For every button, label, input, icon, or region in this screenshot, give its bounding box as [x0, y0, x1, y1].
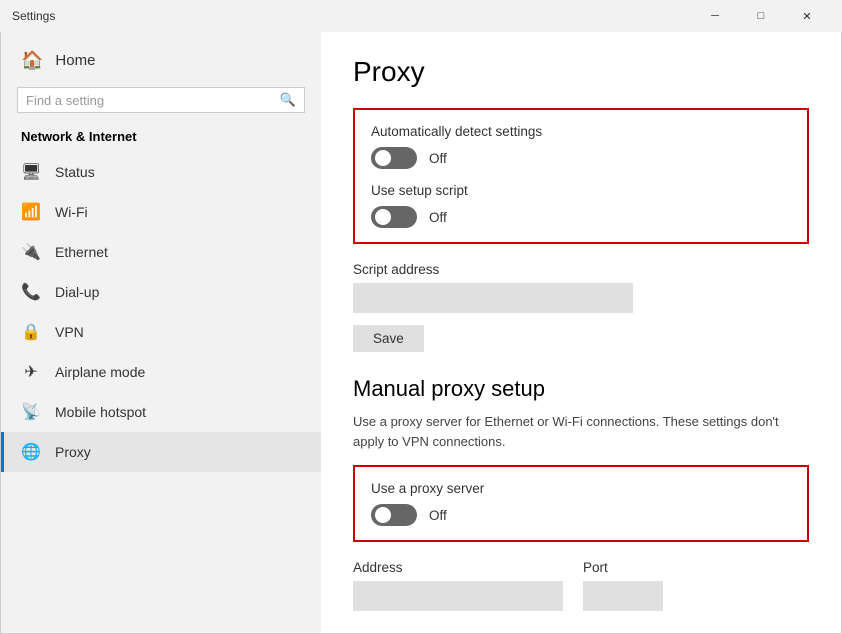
- auto-detect-toggle[interactable]: [371, 147, 417, 169]
- search-input[interactable]: [26, 93, 274, 108]
- sidebar-item-wifi[interactable]: 📶 Wi-Fi: [1, 192, 321, 232]
- app-title: Settings: [12, 9, 55, 23]
- sidebar-item-label-status: Status: [55, 164, 95, 180]
- sidebar-item-proxy[interactable]: 🌐 Proxy: [1, 432, 321, 472]
- hotspot-icon: 📡: [21, 402, 41, 422]
- title-bar: Settings ─ □ ✕: [0, 0, 842, 32]
- sidebar-item-ethernet[interactable]: 🔌 Ethernet: [1, 232, 321, 272]
- sidebar-item-label-hotspot: Mobile hotspot: [55, 404, 146, 420]
- setup-script-label: Use setup script: [371, 183, 791, 198]
- auto-detect-row: Off: [371, 147, 791, 169]
- window-controls: ─ □ ✕: [692, 0, 830, 32]
- use-proxy-label: Use a proxy server: [371, 481, 791, 496]
- manual-description: Use a proxy server for Ethernet or Wi-Fi…: [353, 412, 783, 451]
- ethernet-icon: 🔌: [21, 242, 41, 262]
- minimize-button[interactable]: ─: [692, 0, 738, 32]
- sidebar-item-label-airplane: Airplane mode: [55, 364, 145, 380]
- sidebar-item-label-ethernet: Ethernet: [55, 244, 108, 260]
- address-port-row: Address Port: [353, 560, 809, 611]
- sidebar-item-home[interactable]: 🏠 Home: [1, 40, 321, 81]
- sidebar-item-airplane[interactable]: ✈ Airplane mode: [1, 352, 321, 392]
- sidebar-item-label-vpn: VPN: [55, 324, 84, 340]
- sidebar-section-title: Network & Internet: [1, 125, 321, 152]
- dialup-icon: 📞: [21, 282, 41, 302]
- vpn-icon: 🔒: [21, 322, 41, 342]
- app-body: 🏠 Home 🔍 Network & Internet 🖥 Status 📶 W…: [0, 32, 842, 634]
- sidebar-item-label-dialup: Dial-up: [55, 284, 99, 300]
- auto-detect-label: Automatically detect settings: [371, 124, 791, 139]
- use-proxy-toggle[interactable]: [371, 504, 417, 526]
- port-input[interactable]: [583, 581, 663, 611]
- address-label: Address: [353, 560, 563, 575]
- main-content: Proxy Automatically detect settings Off …: [321, 32, 841, 633]
- home-label: Home: [55, 52, 95, 69]
- auto-detect-state: Off: [429, 151, 447, 166]
- status-icon: 🖥: [21, 162, 41, 182]
- setup-script-toggle[interactable]: [371, 206, 417, 228]
- use-proxy-section: Use a proxy server Off: [353, 465, 809, 542]
- maximize-button[interactable]: □: [738, 0, 784, 32]
- address-input[interactable]: [353, 581, 563, 611]
- script-address-input[interactable]: [353, 283, 633, 313]
- use-proxy-state: Off: [429, 508, 447, 523]
- sidebar-item-label-proxy: Proxy: [55, 444, 91, 460]
- address-group: Address: [353, 560, 563, 611]
- page-title: Proxy: [353, 56, 809, 88]
- home-icon: 🏠: [21, 50, 43, 71]
- port-group: Port: [583, 560, 663, 611]
- sidebar-item-vpn[interactable]: 🔒 VPN: [1, 312, 321, 352]
- airplane-icon: ✈: [21, 362, 41, 382]
- sidebar: 🏠 Home 🔍 Network & Internet 🖥 Status 📶 W…: [1, 32, 321, 633]
- sidebar-item-hotspot[interactable]: 📡 Mobile hotspot: [1, 392, 321, 432]
- wifi-icon: 📶: [21, 202, 41, 222]
- sidebar-item-label-wifi: Wi-Fi: [55, 204, 88, 220]
- sidebar-item-status[interactable]: 🖥 Status: [1, 152, 321, 192]
- search-box[interactable]: 🔍: [17, 87, 305, 113]
- search-icon: 🔍: [280, 92, 296, 108]
- automatic-proxy-section: Automatically detect settings Off Use se…: [353, 108, 809, 244]
- setup-script-row: Off: [371, 206, 791, 228]
- close-button[interactable]: ✕: [784, 0, 830, 32]
- save-button[interactable]: Save: [353, 325, 424, 352]
- sidebar-item-dialup[interactable]: 📞 Dial-up: [1, 272, 321, 312]
- port-label: Port: [583, 560, 663, 575]
- manual-section-title: Manual proxy setup: [353, 376, 809, 402]
- script-address-label: Script address: [353, 262, 809, 277]
- proxy-icon: 🌐: [21, 442, 41, 462]
- setup-script-state: Off: [429, 210, 447, 225]
- use-proxy-row: Off: [371, 504, 791, 526]
